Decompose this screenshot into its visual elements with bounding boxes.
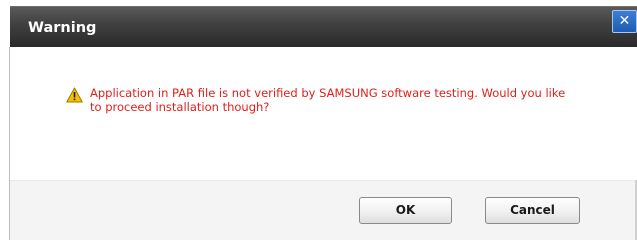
ok-button[interactable]: OK: [359, 197, 452, 224]
cancel-button[interactable]: Cancel: [485, 197, 580, 224]
dialog-footer: OK Cancel: [10, 180, 635, 240]
close-icon: ✕: [618, 13, 631, 29]
close-button[interactable]: ✕: [612, 10, 637, 33]
dialog-title: Warning: [28, 20, 97, 36]
warning-message: Application in PAR file is not verified …: [90, 86, 566, 114]
warning-dialog: Warning ✕ Application in PAR file is not…: [0, 0, 637, 240]
dialog-title-bar[interactable]: Warning ✕: [10, 6, 637, 47]
warning-triangle-icon: [66, 87, 83, 103]
